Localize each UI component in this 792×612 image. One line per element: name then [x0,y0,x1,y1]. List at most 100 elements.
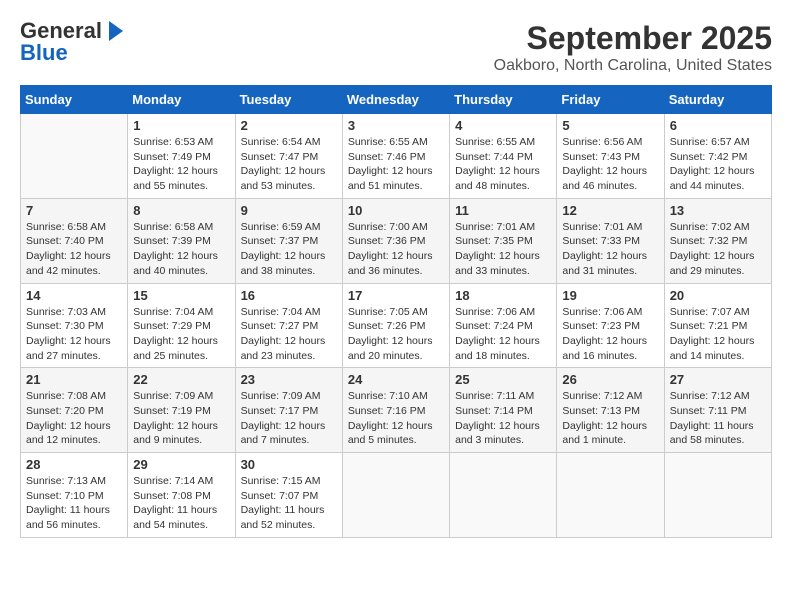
day-info: Sunrise: 6:55 AMSunset: 7:44 PMDaylight:… [455,135,551,194]
day-info: Sunrise: 7:06 AMSunset: 7:23 PMDaylight:… [562,305,658,364]
day-info: Sunrise: 7:04 AMSunset: 7:29 PMDaylight:… [133,305,229,364]
calendar-cell: 29 Sunrise: 7:14 AMSunset: 7:08 PMDayligh… [128,453,235,538]
calendar-week-1: 1 Sunrise: 6:53 AMSunset: 7:49 PMDaylight… [21,114,772,199]
day-number: 15 [133,288,229,303]
day-info: Sunrise: 7:14 AMSunset: 7:08 PMDaylight:… [133,474,229,533]
calendar-cell: 14 Sunrise: 7:03 AMSunset: 7:30 PMDayligh… [21,283,128,368]
day-number: 10 [348,203,444,218]
day-number: 6 [670,118,766,133]
logo-general: General [20,20,102,42]
day-number: 19 [562,288,658,303]
calendar-cell: 8 Sunrise: 6:58 AMSunset: 7:39 PMDaylight… [128,198,235,283]
calendar-cell: 20 Sunrise: 7:07 AMSunset: 7:21 PMDayligh… [664,283,771,368]
day-number: 26 [562,372,658,387]
calendar-cell: 5 Sunrise: 6:56 AMSunset: 7:43 PMDaylight… [557,114,664,199]
day-info: Sunrise: 7:10 AMSunset: 7:16 PMDaylight:… [348,389,444,448]
calendar-cell: 13Sunrise: 7:02 AMSunset: 7:32 PMDayligh… [664,198,771,283]
calendar-cell: 25Sunrise: 7:11 AMSunset: 7:14 PMDayligh… [450,368,557,453]
calendar-cell: 26 Sunrise: 7:12 AMSunset: 7:13 PMDayligh… [557,368,664,453]
day-number: 29 [133,457,229,472]
header-row: Sunday Monday Tuesday Wednesday Thursday… [21,86,772,114]
day-info: Sunrise: 7:09 AMSunset: 7:19 PMDaylight:… [133,389,229,448]
calendar-cell [450,453,557,538]
location-title: Oakboro, North Carolina, United States [494,57,772,75]
day-number: 1 [133,118,229,133]
calendar-week-2: 7 Sunrise: 6:58 AMSunset: 7:40 PMDaylight… [21,198,772,283]
calendar-cell: 19 Sunrise: 7:06 AMSunset: 7:23 PMDayligh… [557,283,664,368]
day-info: Sunrise: 7:06 AMSunset: 7:24 PMDaylight:… [455,305,551,364]
calendar-cell [557,453,664,538]
calendar-week-5: 28Sunrise: 7:13 AMSunset: 7:10 PMDayligh… [21,453,772,538]
day-info: Sunrise: 6:54 AMSunset: 7:47 PMDaylight:… [241,135,337,194]
day-number: 27 [670,372,766,387]
calendar-cell [21,114,128,199]
logo-blue: Blue [20,42,68,64]
calendar-cell: 23 Sunrise: 7:09 AMSunset: 7:17 PMDayligh… [235,368,342,453]
day-info: Sunrise: 7:15 AMSunset: 7:07 PMDaylight:… [241,474,337,533]
calendar-cell [342,453,449,538]
calendar-cell [664,453,771,538]
calendar-cell: 27 Sunrise: 7:12 AMSunset: 7:11 PMDayligh… [664,368,771,453]
calendar-cell: 6 Sunrise: 6:57 AMSunset: 7:42 PMDaylight… [664,114,771,199]
day-info: Sunrise: 7:05 AMSunset: 7:26 PMDaylight:… [348,305,444,364]
day-number: 7 [26,203,122,218]
day-number: 17 [348,288,444,303]
day-number: 30 [241,457,337,472]
day-info: Sunrise: 6:53 AMSunset: 7:49 PMDaylight:… [133,135,229,194]
day-info: Sunrise: 7:01 AMSunset: 7:33 PMDaylight:… [562,220,658,279]
calendar-body: 1 Sunrise: 6:53 AMSunset: 7:49 PMDaylight… [21,114,772,538]
calendar-cell: 30 Sunrise: 7:15 AMSunset: 7:07 PMDayligh… [235,453,342,538]
page-header: General Blue September 2025 Oakboro, Nor… [20,20,772,75]
day-number: 8 [133,203,229,218]
day-info: Sunrise: 7:12 AMSunset: 7:11 PMDaylight:… [670,389,766,448]
day-number: 24 [348,372,444,387]
calendar-cell: 11Sunrise: 7:01 AMSunset: 7:35 PMDayligh… [450,198,557,283]
day-info: Sunrise: 6:56 AMSunset: 7:43 PMDaylight:… [562,135,658,194]
calendar-cell: 12Sunrise: 7:01 AMSunset: 7:33 PMDayligh… [557,198,664,283]
calendar-cell: 22 Sunrise: 7:09 AMSunset: 7:19 PMDayligh… [128,368,235,453]
day-info: Sunrise: 6:58 AMSunset: 7:39 PMDaylight:… [133,220,229,279]
calendar-cell: 3Sunrise: 6:55 AMSunset: 7:46 PMDaylight… [342,114,449,199]
day-info: Sunrise: 7:04 AMSunset: 7:27 PMDaylight:… [241,305,337,364]
day-number: 25 [455,372,551,387]
calendar-cell: 21 Sunrise: 7:08 AMSunset: 7:20 PMDayligh… [21,368,128,453]
day-number: 23 [241,372,337,387]
month-title: September 2025 [494,20,772,57]
day-info: Sunrise: 7:09 AMSunset: 7:17 PMDaylight:… [241,389,337,448]
calendar-cell: 16 Sunrise: 7:04 AMSunset: 7:27 PMDayligh… [235,283,342,368]
day-info: Sunrise: 6:59 AMSunset: 7:37 PMDaylight:… [241,220,337,279]
col-tuesday: Tuesday [235,86,342,114]
calendar-cell: 28Sunrise: 7:13 AMSunset: 7:10 PMDayligh… [21,453,128,538]
calendar-week-3: 14 Sunrise: 7:03 AMSunset: 7:30 PMDayligh… [21,283,772,368]
calendar-cell: 15 Sunrise: 7:04 AMSunset: 7:29 PMDayligh… [128,283,235,368]
day-info: Sunrise: 7:08 AMSunset: 7:20 PMDaylight:… [26,389,122,448]
col-monday: Monday [128,86,235,114]
day-info: Sunrise: 7:12 AMSunset: 7:13 PMDaylight:… [562,389,658,448]
calendar-cell: 9 Sunrise: 6:59 AMSunset: 7:37 PMDaylight… [235,198,342,283]
title-block: September 2025 Oakboro, North Carolina, … [494,20,772,75]
calendar-cell: 18 Sunrise: 7:06 AMSunset: 7:24 PMDayligh… [450,283,557,368]
logo: General Blue [20,20,126,64]
day-number: 14 [26,288,122,303]
calendar-cell: 10 Sunrise: 7:00 AMSunset: 7:36 PMDayligh… [342,198,449,283]
day-info: Sunrise: 6:55 AMSunset: 7:46 PMDaylight:… [348,135,444,194]
day-number: 16 [241,288,337,303]
logo-arrow-icon [109,21,123,41]
day-number: 21 [26,372,122,387]
day-number: 18 [455,288,551,303]
day-number: 20 [670,288,766,303]
calendar-table: Sunday Monday Tuesday Wednesday Thursday… [20,85,772,538]
day-info: Sunrise: 7:00 AMSunset: 7:36 PMDaylight:… [348,220,444,279]
day-number: 5 [562,118,658,133]
day-number: 11 [455,203,551,218]
day-info: Sunrise: 7:03 AMSunset: 7:30 PMDaylight:… [26,305,122,364]
calendar-cell: 2Sunrise: 6:54 AMSunset: 7:47 PMDaylight… [235,114,342,199]
day-info: Sunrise: 7:07 AMSunset: 7:21 PMDaylight:… [670,305,766,364]
day-number: 13 [670,203,766,218]
day-info: Sunrise: 6:58 AMSunset: 7:40 PMDaylight:… [26,220,122,279]
day-number: 9 [241,203,337,218]
calendar-cell: 1 Sunrise: 6:53 AMSunset: 7:49 PMDaylight… [128,114,235,199]
day-info: Sunrise: 6:57 AMSunset: 7:42 PMDaylight:… [670,135,766,194]
day-number: 22 [133,372,229,387]
col-saturday: Saturday [664,86,771,114]
